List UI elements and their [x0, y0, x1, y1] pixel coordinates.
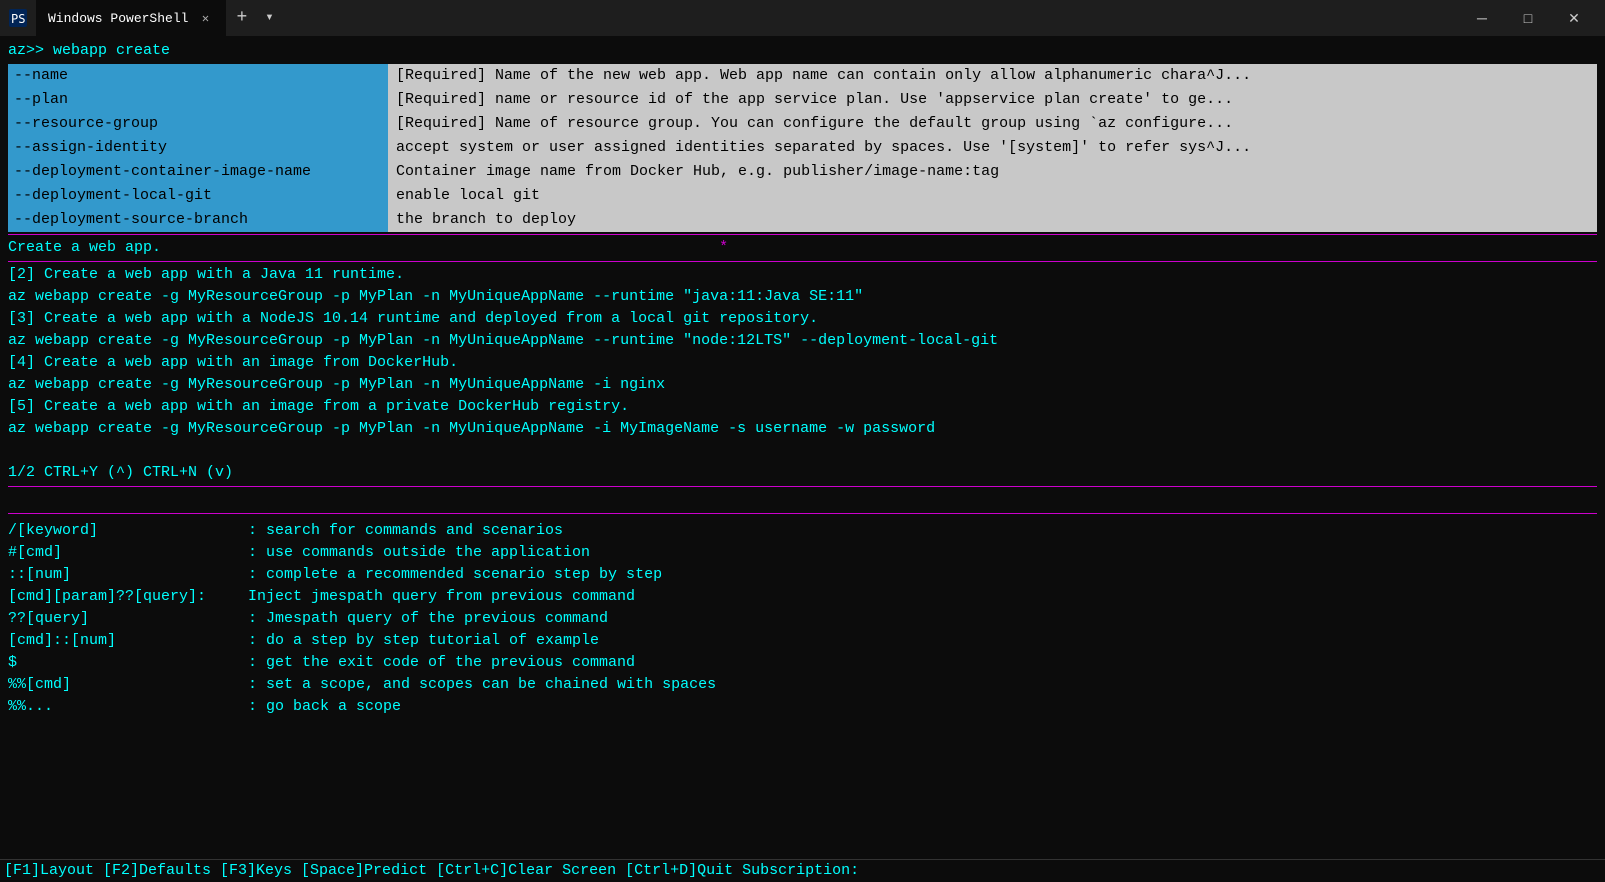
help-desc: : use commands outside the application — [248, 542, 590, 564]
example-line: [4] Create a web app with an image from … — [8, 352, 1597, 374]
help-key: /[keyword] — [8, 520, 248, 542]
table-row: --deployment-container-image-name Contai… — [8, 160, 1597, 184]
help-desc: : search for commands and scenarios — [248, 520, 563, 542]
bottom-bar: [F1]Layout [F2]Defaults [F3]Keys [Space]… — [0, 859, 1605, 882]
command-line: az>> webapp create — [8, 40, 1597, 62]
help-key: %%[cmd] — [8, 674, 248, 696]
table-row: --deployment-source-branch the branch to… — [8, 208, 1597, 232]
titlebar: PS Windows PowerShell ✕ + ▾ ─ □ ✕ — [0, 0, 1605, 36]
table-cell-right: [Required] Name of the new web app. Web … — [388, 64, 1597, 88]
table-cell-right: enable local git — [388, 184, 1597, 208]
help-row: $: get the exit code of the previous com… — [8, 652, 1597, 674]
table-cell-left[interactable]: --deployment-container-image-name — [8, 160, 388, 184]
help-row: #[cmd]: use commands outside the applica… — [8, 542, 1597, 564]
bottom-bar-text: [F1]Layout [F2]Defaults [F3]Keys [Space]… — [4, 862, 859, 879]
help-key: ::[num] — [8, 564, 248, 586]
close-button[interactable]: ✕ — [1551, 0, 1597, 36]
table-cell-right: the branch to deploy — [388, 208, 1597, 232]
description-text: Create a web app. — [8, 239, 161, 256]
app-icon: PS — [8, 8, 28, 28]
terminal[interactable]: az>> webapp create --name [Required] Nam… — [0, 36, 1605, 882]
table-cell-right: [Required] Name of resource group. You c… — [388, 112, 1597, 136]
tab-area: Windows PowerShell ✕ + ▾ — [36, 0, 1459, 36]
table-row: --deployment-local-git enable local git — [8, 184, 1597, 208]
tab-close-button[interactable]: ✕ — [196, 9, 214, 27]
help-key: %%... — [8, 696, 248, 718]
tab-dropdown-button[interactable]: ▾ — [257, 0, 281, 36]
new-tab-button[interactable]: + — [226, 0, 257, 36]
help-key: [cmd][param]??[query]: — [8, 586, 248, 608]
window-controls: ─ □ ✕ — [1459, 0, 1597, 36]
example-line: az webapp create -g MyResourceGroup -p M… — [8, 418, 1597, 440]
divider-2 — [8, 261, 1597, 262]
table-cell-right: [Required] name or resource id of the ap… — [388, 88, 1597, 112]
help-key: #[cmd] — [8, 542, 248, 564]
table-cell-right: accept system or user assigned identitie… — [388, 136, 1597, 160]
table-cell-right: Container image name from Docker Hub, e.… — [388, 160, 1597, 184]
divider-1 — [8, 234, 1597, 235]
table-cell-left[interactable]: --name — [8, 64, 388, 88]
help-row: ??[query]: Jmespath query of the previou… — [8, 608, 1597, 630]
help-desc: : complete a recommended scenario step b… — [248, 564, 662, 586]
tab-label: Windows PowerShell — [48, 11, 188, 26]
help-key: [cmd]::[num] — [8, 630, 248, 652]
help-row: [cmd]::[num]: do a step by step tutorial… — [8, 630, 1597, 652]
help-row: %%[cmd]: set a scope, and scopes can be … — [8, 674, 1597, 696]
blank-line-1 — [8, 440, 1597, 462]
table-cell-left[interactable]: --deployment-source-branch — [8, 208, 388, 232]
example-line: az webapp create -g MyResourceGroup -p M… — [8, 286, 1597, 308]
table-cell-left[interactable]: --assign-identity — [8, 136, 388, 160]
table-row: --name [Required] Name of the new web ap… — [8, 64, 1597, 88]
svg-text:PS: PS — [11, 12, 25, 26]
description-line: Create a web app. * — [8, 237, 1597, 259]
example-line: az webapp create -g MyResourceGroup -p M… — [8, 374, 1597, 396]
help-row: [cmd][param]??[query]:Inject jmespath qu… — [8, 586, 1597, 608]
help-key: ??[query] — [8, 608, 248, 630]
help-row: %%...: go back a scope — [8, 696, 1597, 718]
help-desc: Inject jmespath query from previous comm… — [248, 586, 635, 608]
table-cell-left[interactable]: --deployment-local-git — [8, 184, 388, 208]
table-cell-left[interactable]: --resource-group — [8, 112, 388, 136]
divider-4 — [8, 513, 1597, 514]
help-row: /[keyword]: search for commands and scen… — [8, 520, 1597, 542]
table-row: --plan [Required] name or resource id of… — [8, 88, 1597, 112]
blank-line-2 — [8, 489, 1597, 511]
help-row: ::[num]: complete a recommended scenario… — [8, 564, 1597, 586]
page-indicator: 1/2 CTRL+Y (^) CTRL+N (v) — [8, 462, 1597, 484]
help-section: /[keyword]: search for commands and scen… — [8, 520, 1597, 718]
command: webapp create — [53, 42, 170, 59]
example-line: [3] Create a web app with a NodeJS 10.14… — [8, 308, 1597, 330]
help-desc: : Jmespath query of the previous command — [248, 608, 608, 630]
examples-section: [2] Create a web app with a Java 11 runt… — [8, 264, 1597, 440]
help-desc: : set a scope, and scopes can be chained… — [248, 674, 716, 696]
autocomplete-table: --name [Required] Name of the new web ap… — [8, 64, 1597, 232]
minimize-button[interactable]: ─ — [1459, 0, 1505, 36]
help-desc: : go back a scope — [248, 696, 401, 718]
example-line: az webapp create -g MyResourceGroup -p M… — [8, 330, 1597, 352]
star-indicator: * — [719, 239, 728, 256]
help-desc: : get the exit code of the previous comm… — [248, 652, 635, 674]
prompt: az>> — [8, 42, 53, 59]
tab-powershell[interactable]: Windows PowerShell ✕ — [36, 0, 226, 36]
divider-3 — [8, 486, 1597, 487]
help-key: $ — [8, 652, 248, 674]
example-line: [2] Create a web app with a Java 11 runt… — [8, 264, 1597, 286]
help-desc: : do a step by step tutorial of example — [248, 630, 599, 652]
table-row: --assign-identity accept system or user … — [8, 136, 1597, 160]
table-cell-left[interactable]: --plan — [8, 88, 388, 112]
example-line: [5] Create a web app with an image from … — [8, 396, 1597, 418]
table-row: --resource-group [Required] Name of reso… — [8, 112, 1597, 136]
maximize-button[interactable]: □ — [1505, 0, 1551, 36]
